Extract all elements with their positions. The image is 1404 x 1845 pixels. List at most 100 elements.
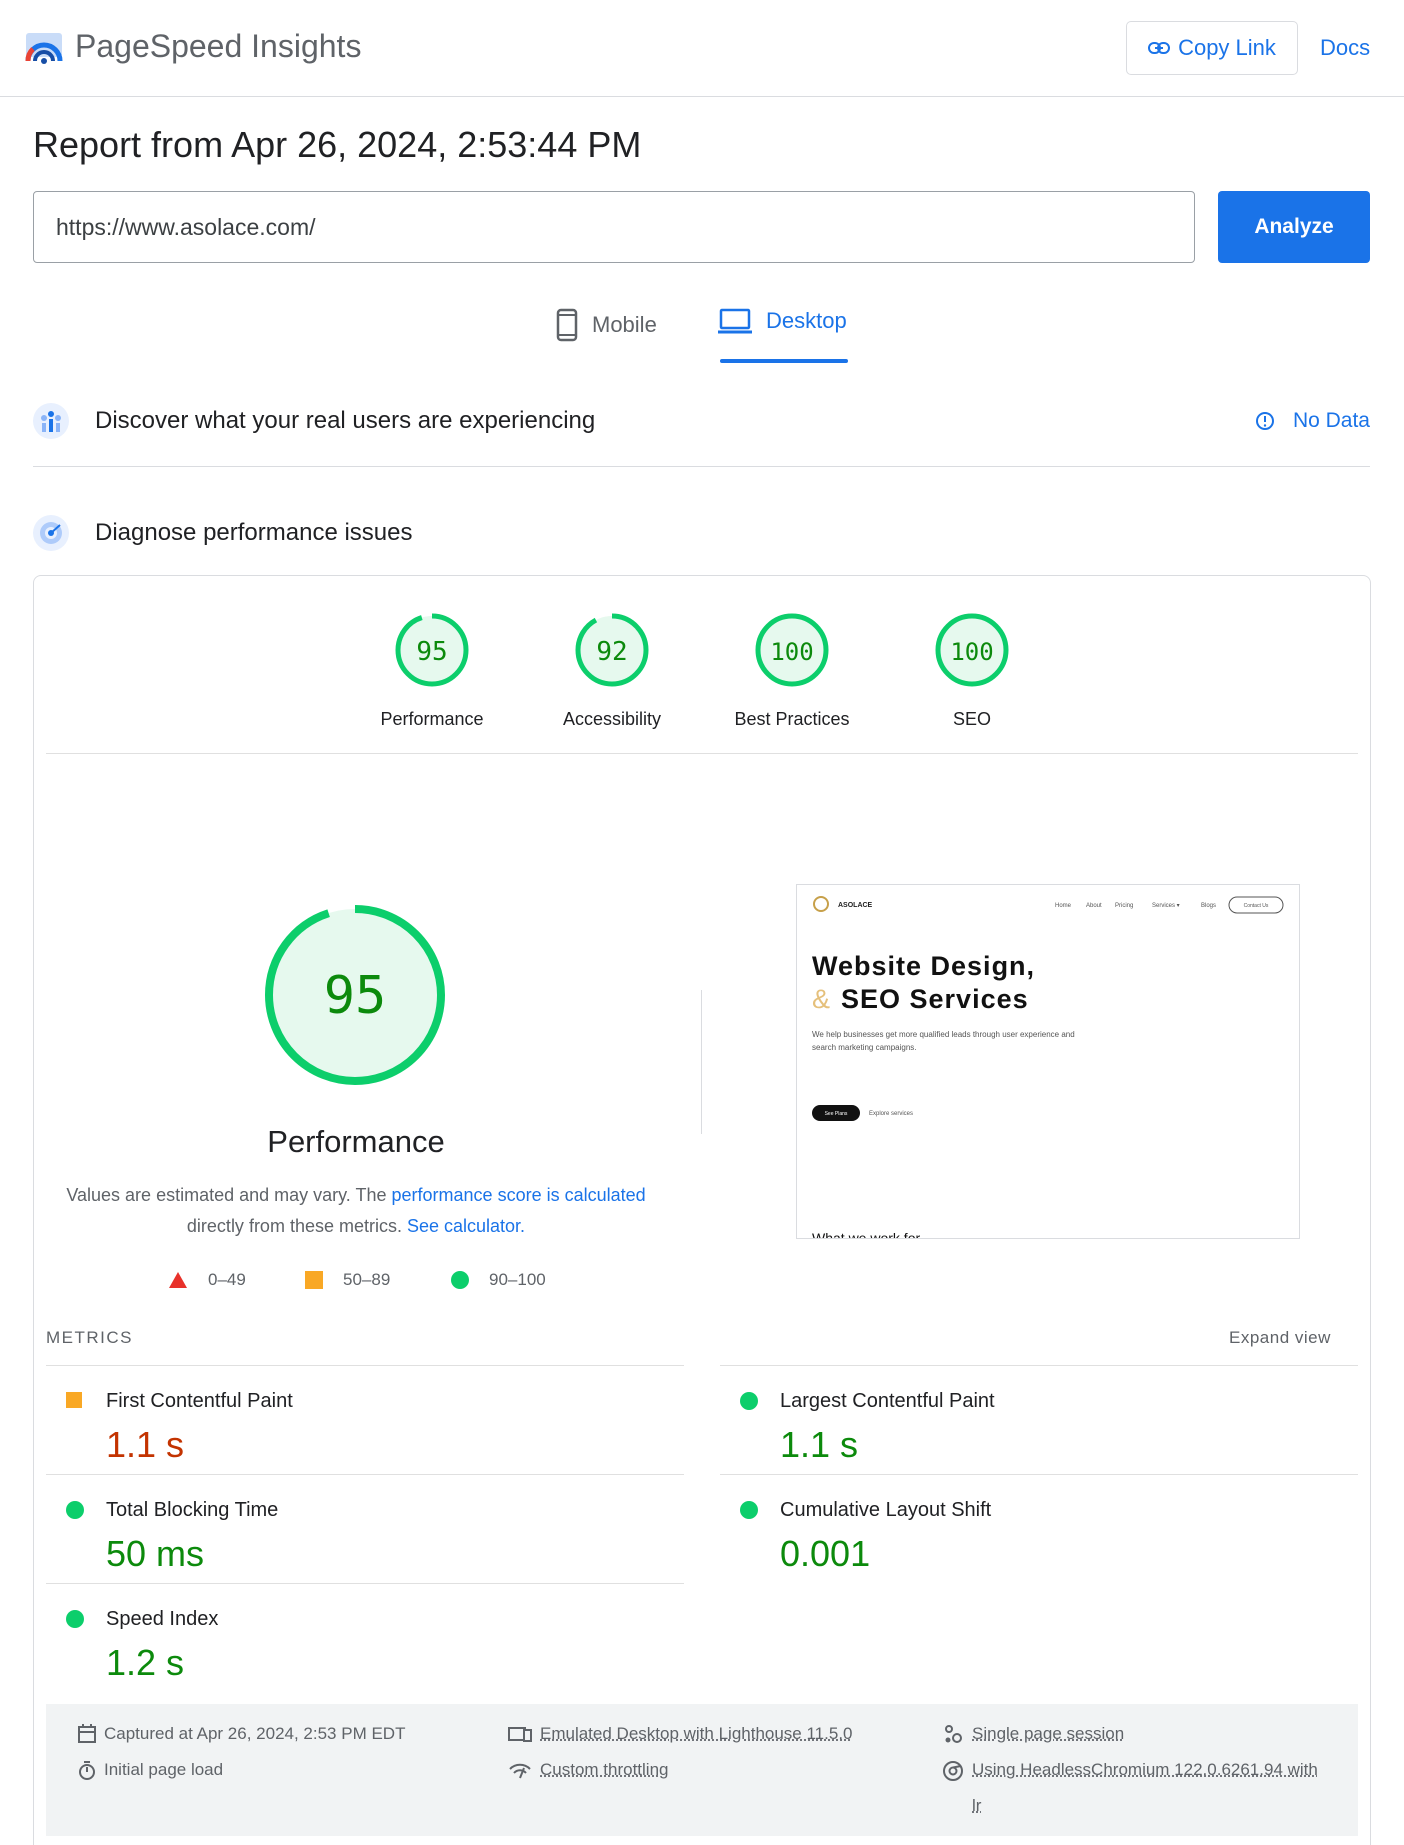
- expand-view-toggle[interactable]: Expand view: [1229, 1328, 1331, 1348]
- legend-fail: 0–49: [168, 1270, 246, 1290]
- browser-text-line: lr: [972, 1796, 982, 1815]
- link-icon: [1148, 42, 1171, 54]
- final-screenshot[interactable]: ASOLACE Home About Pricing Services ▾ Bl…: [796, 884, 1300, 1239]
- metric-value: 1.1 s: [780, 1424, 859, 1465]
- tab-desktop[interactable]: Desktop: [718, 308, 847, 334]
- network-icon: [509, 1763, 531, 1779]
- site-nav-item: Blogs: [1201, 903, 1216, 909]
- chrome-icon: [943, 1761, 963, 1781]
- site-nav-item: Home: [1055, 903, 1072, 909]
- score-value: 92: [596, 637, 627, 667]
- legend-range: 0–49: [208, 1270, 246, 1289]
- metric-name: Largest Contentful Paint: [780, 1390, 995, 1412]
- orange-square-icon: [66, 1392, 82, 1408]
- see-calculator-link[interactable]: See calculator.: [407, 1216, 525, 1236]
- top-bar: PageSpeed Insights Copy Link Docs: [0, 0, 1404, 97]
- browser-text-line: Using HeadlessChromium 122.0.6261.94 wit…: [972, 1760, 1318, 1779]
- active-tab-indicator: [720, 359, 848, 363]
- legend-range: 90–100: [489, 1270, 546, 1289]
- initial-text: Initial page load: [104, 1760, 224, 1779]
- site-nav-item: Services ▾: [1152, 903, 1180, 909]
- crux-section-header[interactable]: Discover what your real users are experi…: [33, 400, 1370, 442]
- metric-name: Total Blocking Time: [106, 1499, 279, 1521]
- score-calculated-link[interactable]: performance score is calculated: [392, 1185, 646, 1205]
- report-title: Report from Apr 26, 2024, 2:53:44 PM: [33, 124, 642, 165]
- copy-link-label: Copy Link: [1178, 35, 1276, 60]
- metric-fcp: First Contentful Paint 1.1 s: [46, 1366, 684, 1476]
- session-icon: [945, 1725, 962, 1743]
- devices-icon: [508, 1727, 532, 1742]
- green-circle-icon: [740, 1392, 758, 1410]
- mobile-phone-icon: [556, 308, 578, 342]
- green-circle-icon: [451, 1271, 469, 1289]
- legend-pass: 90–100: [451, 1270, 546, 1290]
- diagnose-title: Diagnose performance issues: [95, 519, 413, 546]
- site-headline: Website Design,: [812, 951, 1035, 981]
- gauge-performance[interactable]: 95 Performance: [362, 610, 502, 730]
- metric-speed-index: Speed Index 1.2 s: [46, 1584, 684, 1694]
- performance-title: Performance: [267, 1124, 445, 1159]
- metric-value: 0.001: [780, 1533, 871, 1574]
- score-ring: 100: [935, 613, 1009, 687]
- throttling[interactable]: Custom throttling: [508, 1752, 669, 1788]
- no-data-label: No Data: [1292, 409, 1370, 432]
- tab-mobile-label: Mobile: [592, 312, 657, 337]
- no-data-status[interactable]: No Data: [1255, 409, 1370, 433]
- gauge-best-practices[interactable]: 100 Best Practices: [722, 610, 862, 730]
- score-ring: 92: [575, 613, 649, 687]
- session-type[interactable]: Single page session: [942, 1716, 1124, 1752]
- metrics-heading: METRICS: [46, 1328, 133, 1347]
- score-value: 100: [770, 638, 813, 666]
- metric-value: 1.1 s: [106, 1424, 185, 1465]
- browser-text: Using HeadlessChromium 122.0.6261.94 wit…: [972, 1752, 1318, 1824]
- legend-average: 50–89: [305, 1270, 390, 1290]
- screenshot-render: ASOLACE Home About Pricing Services ▾ Bl…: [812, 896, 1284, 1239]
- metric-tbt: Total Blocking Time 50 ms: [46, 1475, 684, 1585]
- score-ring: 95: [395, 613, 469, 687]
- metric-name: Cumulative Layout Shift: [780, 1499, 992, 1521]
- metric-value: 50 ms: [106, 1533, 205, 1574]
- info-icon: [1255, 412, 1274, 430]
- divider: [33, 466, 1370, 467]
- initial-page-load: Initial page load: [78, 1752, 223, 1788]
- site-ampersand: &: [812, 984, 830, 1014]
- emulated-device[interactable]: Emulated Desktop with Lighthouse 11.5.0: [508, 1716, 853, 1752]
- metric-lcp: Largest Contentful Paint 1.1 s: [720, 1366, 1358, 1476]
- docs-link[interactable]: Docs: [1320, 35, 1370, 61]
- gauge-accessibility[interactable]: 92 Accessibility: [542, 610, 682, 730]
- calendar-icon: [78, 1724, 96, 1743]
- score-ring: 100: [755, 613, 829, 687]
- red-triangle-icon: [169, 1272, 187, 1288]
- gauge-seo[interactable]: 100 SEO: [902, 610, 1042, 730]
- url-input[interactable]: [33, 191, 1195, 263]
- metric-cls: Cumulative Layout Shift 0.001: [720, 1475, 1358, 1585]
- big-score-ring: 95: [265, 905, 445, 1085]
- desc-text: directly from these metrics.: [186, 1216, 407, 1236]
- gauge-label: Best Practices: [734, 709, 850, 729]
- metric-value: 1.2 s: [106, 1642, 185, 1683]
- site-brand: ASOLACE: [838, 902, 873, 909]
- brand-name[interactable]: PageSpeed Insights: [75, 28, 361, 65]
- pagespeed-logo-icon[interactable]: [24, 27, 64, 67]
- divider: [46, 753, 1358, 754]
- legend-range: 50–89: [343, 1270, 391, 1289]
- crux-title: Discover what your real users are experi…: [95, 407, 596, 434]
- site-nav-item: About: [1086, 903, 1102, 909]
- browser-info[interactable]: Using HeadlessChromium 122.0.6261.94 wit…: [942, 1752, 1342, 1824]
- site-section-title: What we work for: [812, 1230, 920, 1239]
- tab-desktop-label: Desktop: [766, 308, 847, 333]
- score-value: 95: [416, 637, 447, 667]
- tab-mobile[interactable]: Mobile: [556, 308, 657, 342]
- site-plans-label: See Plans: [825, 1111, 848, 1117]
- captured-text: Captured at Apr 26, 2024, 2:53 PM EDT: [104, 1724, 406, 1743]
- analyze-button[interactable]: Analyze: [1218, 191, 1370, 263]
- performance-description: Values are estimated and may vary. The p…: [50, 1180, 662, 1242]
- timer-icon: [79, 1761, 95, 1780]
- real-users-icon: [33, 403, 69, 439]
- site-subtext: We help businesses get more qualified le…: [812, 1030, 1075, 1039]
- score-value: 100: [950, 638, 993, 666]
- vertical-divider: [701, 990, 702, 1134]
- copy-link-button[interactable]: Copy Link: [1126, 21, 1298, 75]
- captured-at: Captured at Apr 26, 2024, 2:53 PM EDT: [78, 1716, 405, 1752]
- green-circle-icon: [740, 1501, 758, 1519]
